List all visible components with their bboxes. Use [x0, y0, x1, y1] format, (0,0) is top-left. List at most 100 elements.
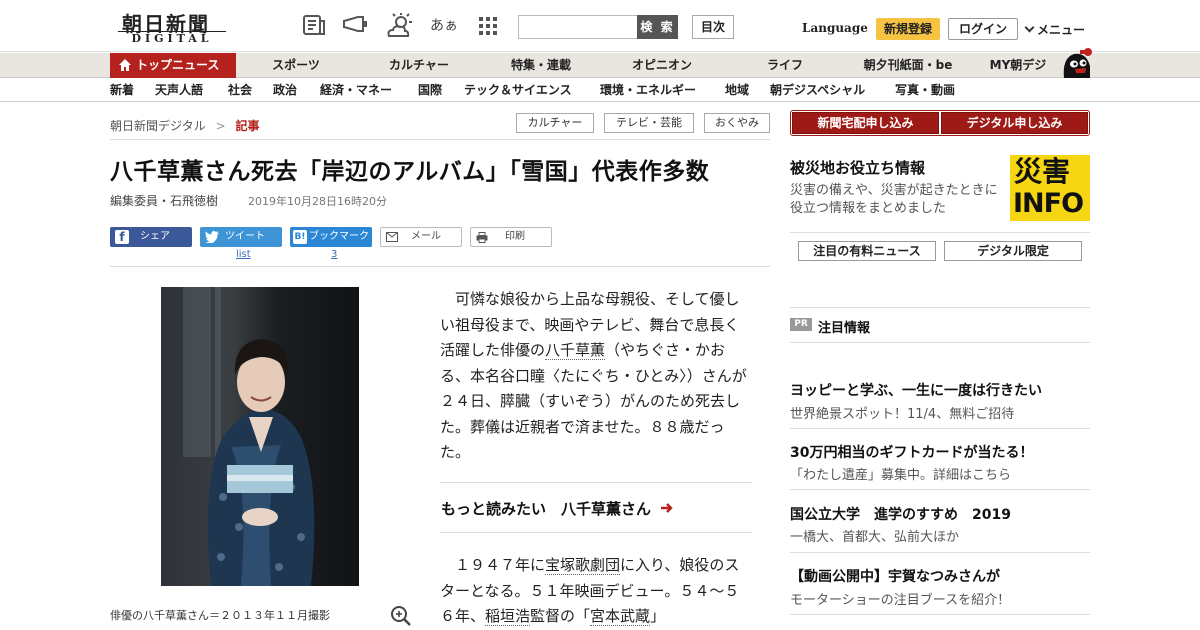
article-photo[interactable] [161, 287, 359, 586]
nav-society[interactable]: 社会 [228, 79, 252, 102]
nav-my-asadigi[interactable]: MY朝デジ [982, 53, 1054, 78]
language-link[interactable]: Language [802, 21, 868, 35]
primary-nav: トップニュース スポーツ カルチャー 特集・連載 オピニオン ライフ 朝夕刊紙面… [0, 53, 1200, 78]
divider [790, 342, 1090, 343]
chevron-down-icon [1024, 22, 1035, 33]
hatena-bookmark-label: ブックマーク [309, 231, 369, 242]
tag-tv-entertainment[interactable]: テレビ・芸能 [604, 113, 694, 133]
search-button[interactable]: 検 索 [637, 15, 678, 39]
read-more-link[interactable]: もっと読みたい 八千草薫さん [441, 498, 674, 519]
site-header: 朝日新聞 DIGITAL あぁ 検 索 目次 Language 新規登録 ログイ… [0, 0, 1200, 52]
takarazuka-link[interactable]: 宝塚歌劇団 [545, 556, 621, 575]
divider [790, 307, 1090, 308]
breadcrumb: 朝日新聞デジタル > 記事 [110, 117, 260, 134]
pr-item-1-sub[interactable]: 世界絶景スポット！11/4、無料ご招待 [790, 403, 1014, 422]
breadcrumb-current: 記事 [235, 119, 260, 133]
register-button[interactable]: 新規登録 [876, 18, 940, 40]
read-more-label: もっと読みたい 八千草薫さん [441, 500, 652, 518]
nav-region[interactable]: 地域 [725, 79, 749, 102]
divider [440, 482, 752, 483]
pr-item-2-title[interactable]: 30万円相当のギフトカードが当たる！ [790, 442, 1033, 462]
disaster-info-title[interactable]: 被災地お役立ち情報 [790, 157, 925, 178]
breadcrumb-separator: > [215, 119, 226, 133]
disaster-info-desc: 災害の備えや、災害が起きたときに役立つ情報をまとめました [790, 183, 998, 216]
nav-environment[interactable]: 環境・エネルギー [600, 79, 696, 102]
paid-news-button[interactable]: 注目の有料ニュース [798, 241, 936, 261]
mail-share-button[interactable]: メール [380, 227, 462, 247]
divider [790, 428, 1090, 429]
nav-features[interactable]: 特集・連載 [500, 53, 582, 78]
twitter-count[interactable]: list [236, 249, 251, 260]
nav-newspaper[interactable]: 朝夕刊紙面・be [856, 53, 960, 78]
index-button[interactable]: 目次 [692, 15, 734, 39]
grid-apps-icon[interactable] [474, 12, 502, 40]
divider [790, 552, 1090, 553]
nav-economy[interactable]: 経済・マネー [320, 79, 392, 102]
menu-button[interactable]: メニュー [1024, 21, 1086, 38]
twitter-share-button[interactable]: ツイート [200, 227, 282, 247]
pr-item-2-sub[interactable]: 「わたし遺産」募集中。詳細はこちら [790, 464, 1011, 483]
hatena-bookmark-button[interactable]: B! ブックマーク [290, 227, 372, 247]
nav-international[interactable]: 国際 [418, 79, 442, 102]
person-link[interactable]: 八千草薫 [545, 341, 606, 360]
nav-latest[interactable]: 新着 [110, 79, 134, 102]
digital-subscribe-button[interactable]: デジタル申し込み [941, 112, 1088, 134]
tag-obituaries[interactable]: おくやみ [704, 113, 770, 133]
article-title: 八千草薫さん死去「岸辺のアルバム」「雪国」代表作多数 [110, 159, 710, 185]
newspaper-icon[interactable] [300, 12, 328, 40]
digital-only-button[interactable]: デジタル限定 [944, 241, 1082, 261]
nav-special[interactable]: 朝デジスペシャル [770, 79, 865, 102]
tag-culture[interactable]: カルチャー [516, 113, 594, 133]
menu-label: メニュー [1037, 23, 1086, 37]
nav-tech-science[interactable]: テック＆サイエンス [464, 79, 572, 102]
mail-label: メール [411, 231, 441, 242]
nav-photo-video[interactable]: 写真・動画 [895, 79, 955, 102]
article-paragraph-1: 可憐な娘役から上品な母親役、そして優しい祖母役まで、映画やテレビ、舞台で息長く活… [440, 287, 752, 466]
twitter-share-label: ツイート [225, 231, 265, 242]
pr-item-3-title[interactable]: 国公立大学 進学のすすめ 2019 [790, 504, 1011, 524]
nav-culture[interactable]: カルチャー [376, 53, 462, 78]
nav-sports[interactable]: スポーツ [258, 53, 334, 78]
text-size-icon[interactable]: あぁ [430, 12, 458, 40]
nav-politics[interactable]: 政治 [273, 79, 297, 102]
photo-caption: 俳優の八千草薫さん＝２０１３年１１月撮影 [110, 609, 330, 622]
weather-icon[interactable] [385, 12, 413, 40]
director-link[interactable]: 稲垣浩 [485, 607, 531, 626]
divider [790, 232, 1090, 233]
divider [110, 139, 770, 140]
paragraph-text: 」 [650, 607, 666, 625]
breadcrumb-home[interactable]: 朝日新聞デジタル [110, 119, 206, 133]
film-link[interactable]: 宮本武蔵 [590, 607, 651, 626]
pr-item-4-title[interactable]: 【動画公開中】宇賀なつみさんが [790, 566, 1000, 586]
megaphone-icon[interactable] [341, 12, 369, 40]
nav-tensei-jingo[interactable]: 天声人語 [155, 79, 203, 102]
twitter-icon [205, 231, 219, 243]
secondary-nav: 新着 天声人語 社会 政治 経済・マネー 国際 テック＆サイエンス 環境・エネル… [0, 79, 1200, 102]
home-icon [119, 59, 131, 71]
pr-item-4-sub[interactable]: モーターショーの注目ブースを紹介！ [790, 589, 1010, 608]
facebook-share-button[interactable]: f シェア [110, 227, 192, 247]
mail-icon [386, 232, 398, 242]
nav-opinion[interactable]: オピニオン [620, 53, 704, 78]
pr-item-3-sub[interactable]: 一橋大、首都大、弘前大ほか [790, 526, 959, 545]
site-logo-sub[interactable]: DIGITAL [118, 31, 226, 45]
arrow-right-icon [661, 503, 673, 513]
pr-badge: PR [790, 318, 812, 331]
login-button[interactable]: ログイン [948, 18, 1018, 40]
nav-top-news[interactable]: トップニュース [110, 53, 236, 78]
portrait-image [161, 287, 359, 586]
search-input[interactable] [518, 15, 638, 39]
nav-life[interactable]: ライフ [756, 53, 814, 78]
print-label: 印刷 [505, 231, 525, 242]
nav-top-news-label: トップニュース [136, 58, 220, 72]
mascot-icon[interactable] [1058, 46, 1094, 78]
divider [790, 614, 1090, 615]
print-button[interactable]: 印刷 [470, 227, 552, 247]
hatena-count[interactable]: 3 [331, 249, 337, 260]
zoom-icon[interactable] [390, 605, 412, 627]
divider [440, 532, 752, 533]
pr-heading: 注目情報 [818, 321, 871, 336]
disaster-info-banner[interactable]: 災害 INFO [1010, 155, 1090, 221]
pr-item-1-title[interactable]: ヨッピーと学ぶ、一生に一度は行きたい [790, 380, 1042, 400]
newspaper-subscribe-button[interactable]: 新聞宅配申し込み [792, 112, 939, 134]
